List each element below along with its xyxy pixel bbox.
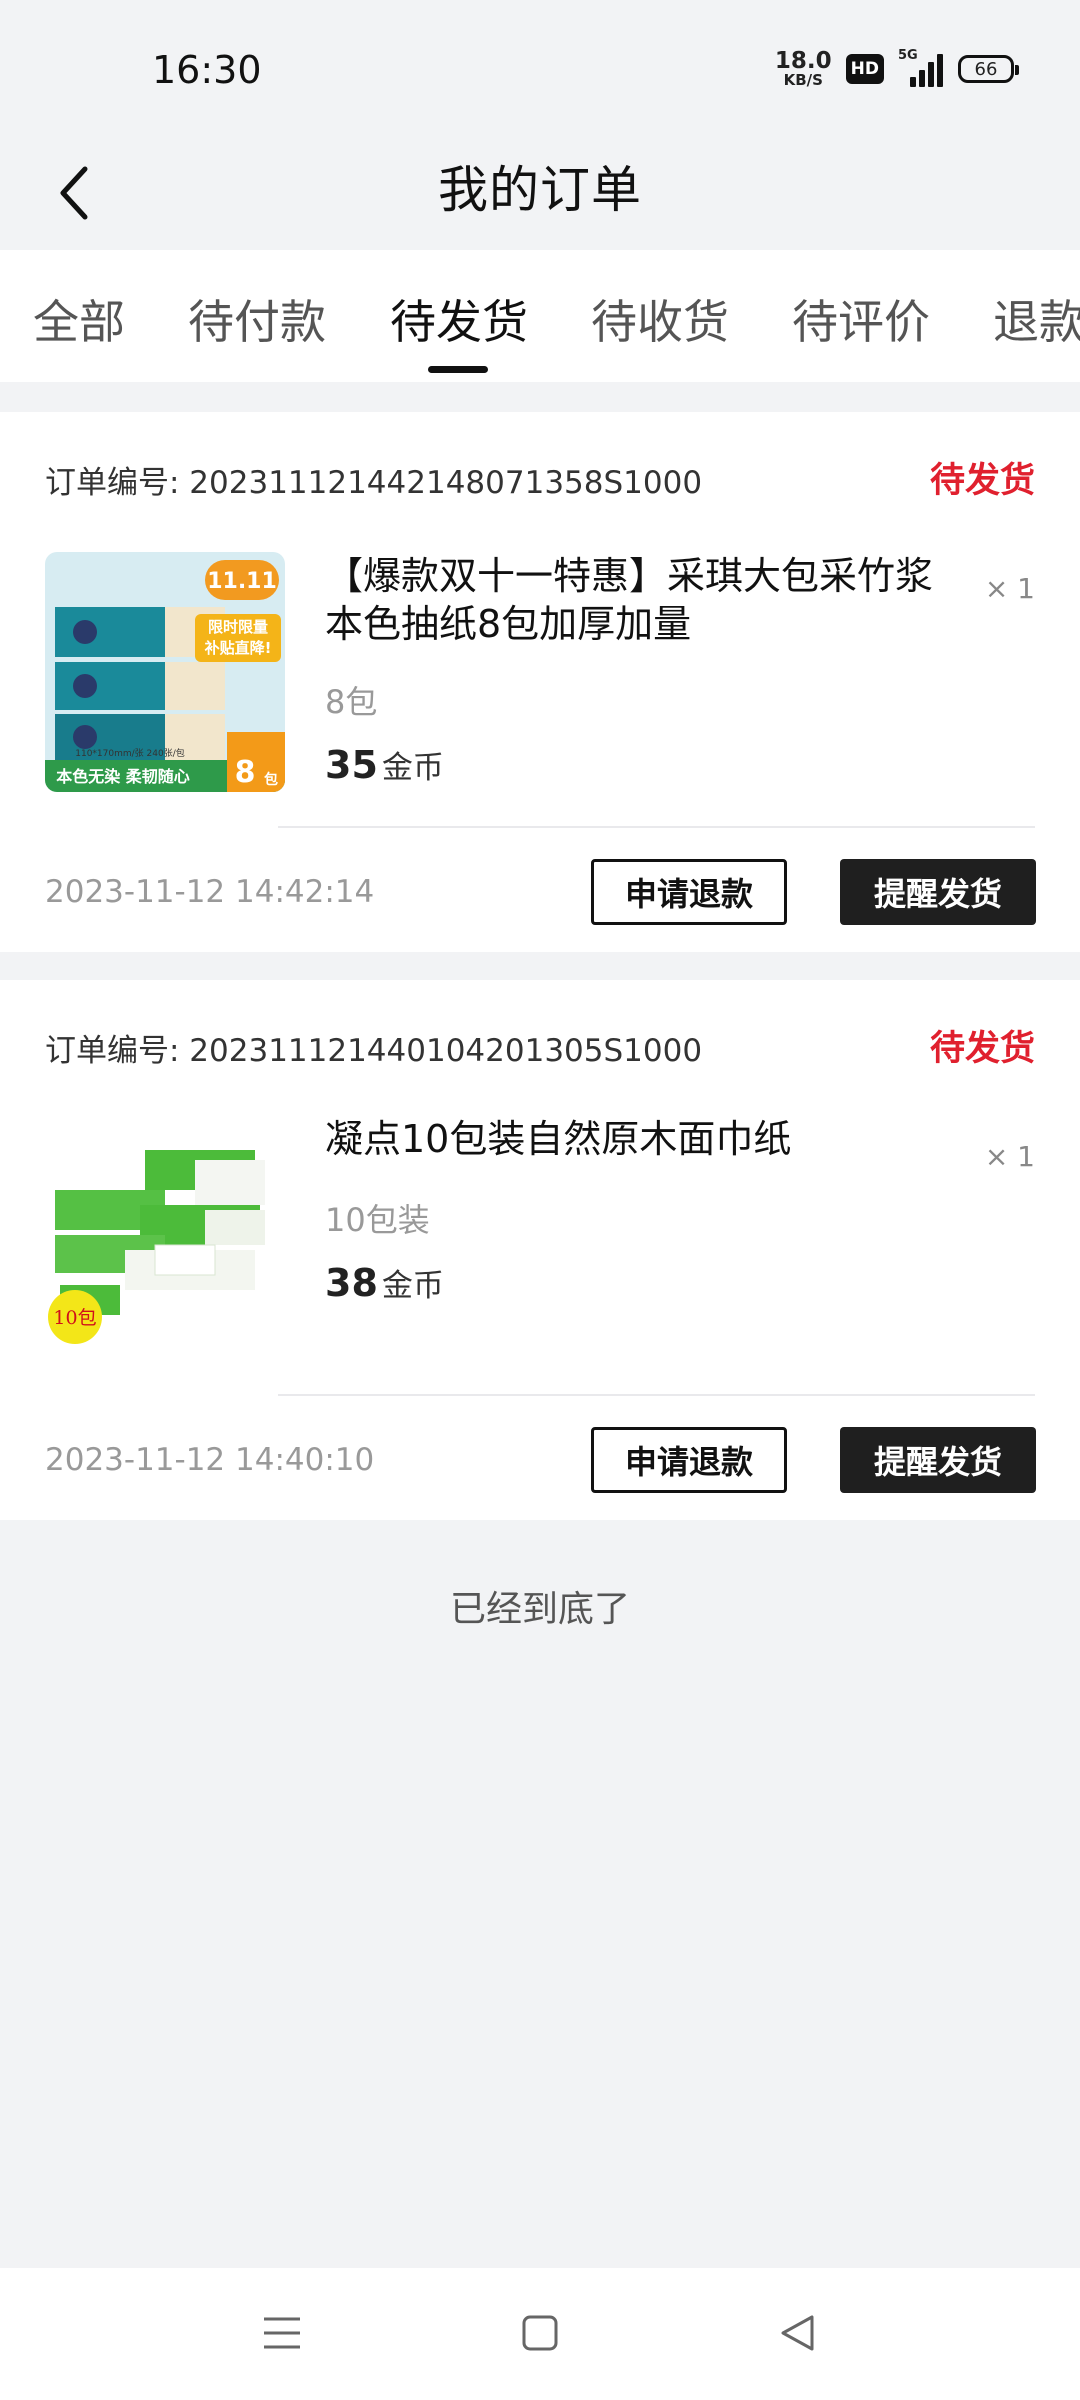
system-nav-bar bbox=[0, 2268, 1080, 2400]
order-status-badge: 待发货 bbox=[929, 1029, 1035, 1069]
status-icons: 18.0 KB/S HD 5G 66 bbox=[775, 48, 1019, 88]
order-number: 订单编号: 202311121440104201305S1000 bbox=[45, 1033, 703, 1069]
order-time: 2023-11-12 14:42:14 bbox=[45, 874, 375, 910]
signal-icon: 5G bbox=[898, 48, 944, 87]
app-header: 我的订单 bbox=[0, 140, 1080, 250]
svg-text:本色无染 柔韧随心: 本色无染 柔韧随心 bbox=[56, 767, 190, 786]
card-divider bbox=[278, 826, 1035, 828]
battery-icon: 66 bbox=[958, 55, 1019, 83]
order-time: 2023-11-12 14:40:10 bbox=[45, 1442, 375, 1478]
price-unit: 金币 bbox=[381, 750, 444, 786]
svg-text:限时限量: 限时限量 bbox=[208, 618, 268, 636]
signal-label: 5G bbox=[898, 48, 918, 63]
tissue-pack-image: 11.11 限时限量 补贴直降! 110*170mm/张 240张/包 本色无染… bbox=[45, 552, 285, 792]
product-price: 35 金币 bbox=[325, 742, 444, 787]
thumb-badge: 10包 bbox=[53, 1307, 96, 1329]
product-thumbnail[interactable]: 10包 bbox=[45, 1110, 285, 1350]
menu-icon bbox=[264, 2317, 300, 2349]
product-spec: 8包 bbox=[325, 683, 378, 721]
order-tabs: 全部 待付款 待发货 待收货 待评价 退款 bbox=[0, 250, 1080, 382]
product-spec: 10包装 bbox=[325, 1201, 430, 1239]
svg-text:补贴直降!: 补贴直降! bbox=[204, 639, 272, 657]
svg-text:8: 8 bbox=[235, 755, 256, 790]
back-nav-button[interactable] bbox=[758, 2298, 838, 2368]
tab-all[interactable]: 全部 bbox=[33, 286, 125, 352]
net-speed-unit: KB/S bbox=[783, 71, 823, 89]
order-number: 订单编号: 202311121442148071358S1000 bbox=[45, 465, 703, 501]
net-speed: 18.0 KB/S bbox=[775, 50, 832, 88]
product-quantity: × 1 bbox=[984, 1140, 1035, 1173]
tab-active-indicator bbox=[428, 366, 488, 373]
status-time: 16:30 bbox=[152, 48, 262, 92]
thumb-badge: 11.11 bbox=[207, 569, 277, 594]
product-title[interactable]: 【爆款双十一特惠】采琪大包采竹浆本色抽纸8包加厚加量 bbox=[325, 552, 965, 648]
tab-pending-receipt[interactable]: 待收货 bbox=[591, 286, 729, 352]
status-bar: 16:30 18.0 KB/S HD 5G 66 bbox=[0, 0, 1080, 140]
square-home-icon bbox=[522, 2315, 558, 2351]
remind-shipment-button[interactable]: 提醒发货 bbox=[840, 1427, 1036, 1493]
request-refund-button[interactable]: 申请退款 bbox=[591, 859, 787, 925]
net-speed-value: 18.0 bbox=[774, 48, 832, 74]
home-button[interactable] bbox=[500, 2298, 580, 2368]
tissue-pack-image: 10包 bbox=[45, 1110, 285, 1350]
price-value: 35 bbox=[325, 743, 378, 787]
svg-text:110*170mm/张 240张/包: 110*170mm/张 240张/包 bbox=[75, 747, 185, 759]
page-title: 我的订单 bbox=[438, 161, 642, 219]
tab-pending-payment[interactable]: 待付款 bbox=[188, 286, 326, 352]
order-card[interactable]: 订单编号: 202311121440104201305S1000 待发货 10包… bbox=[0, 980, 1080, 1520]
card-divider bbox=[278, 1394, 1035, 1396]
tab-refund[interactable]: 退款 bbox=[993, 286, 1080, 352]
product-thumbnail[interactable]: 11.11 限时限量 补贴直降! 110*170mm/张 240张/包 本色无染… bbox=[45, 552, 285, 792]
svg-text:包: 包 bbox=[264, 771, 278, 788]
product-price: 38 金币 bbox=[325, 1260, 444, 1305]
order-card[interactable]: 订单编号: 202311121442148071358S1000 待发货 11.… bbox=[0, 412, 1080, 952]
hd-icon: HD bbox=[845, 54, 884, 84]
tab-pending-shipment[interactable]: 待发货 bbox=[390, 286, 528, 352]
battery-level: 66 bbox=[974, 58, 998, 80]
end-of-list-text: 已经到底了 bbox=[449, 1589, 630, 1630]
triangle-back-icon bbox=[781, 2315, 814, 2351]
order-status-badge: 待发货 bbox=[929, 461, 1035, 501]
price-value: 38 bbox=[325, 1261, 378, 1305]
request-refund-button[interactable]: 申请退款 bbox=[591, 1427, 787, 1493]
tab-pending-review[interactable]: 待评价 bbox=[792, 286, 930, 352]
menu-button[interactable] bbox=[242, 2298, 322, 2368]
product-quantity: × 1 bbox=[984, 572, 1035, 605]
product-title[interactable]: 凝点10包装自然原木面巾纸 bbox=[325, 1115, 965, 1163]
remind-shipment-button[interactable]: 提醒发货 bbox=[840, 859, 1036, 925]
price-unit: 金币 bbox=[381, 1268, 444, 1304]
